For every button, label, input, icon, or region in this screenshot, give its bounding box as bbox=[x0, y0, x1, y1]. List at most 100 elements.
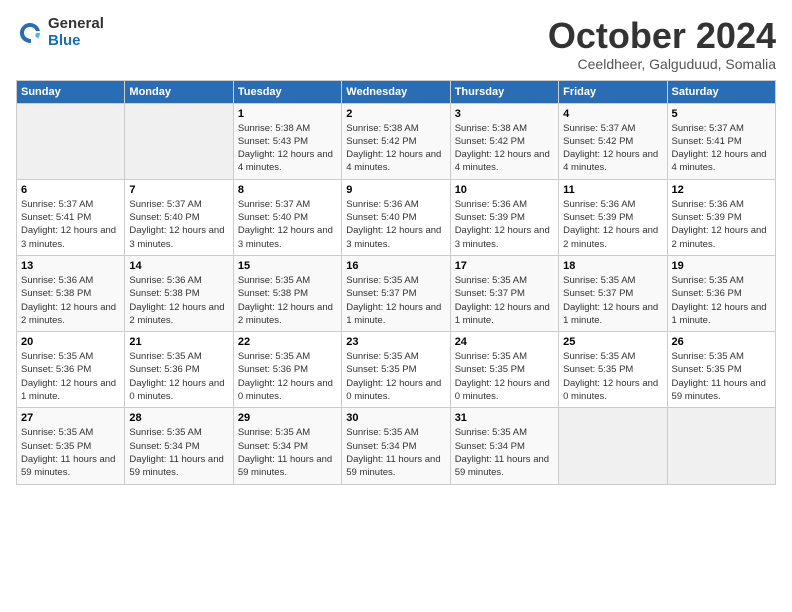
calendar-cell: 11Sunrise: 5:36 AM Sunset: 5:39 PM Dayli… bbox=[559, 179, 667, 255]
day-info: Sunrise: 5:37 AM Sunset: 5:40 PM Dayligh… bbox=[129, 198, 228, 251]
calendar-cell: 7 Sunrise: 5:37 AM Sunset: 5:40 PM Daylig… bbox=[125, 179, 233, 255]
day-number: 29 bbox=[238, 412, 337, 424]
calendar-cell bbox=[125, 103, 233, 179]
calendar-cell: 22Sunrise: 5:35 AM Sunset: 5:36 PM Dayli… bbox=[233, 332, 341, 408]
day-info: Sunrise: 5:37 AM Sunset: 5:41 PM Dayligh… bbox=[672, 122, 771, 175]
day-number: 2 bbox=[346, 108, 445, 120]
weekday-header-sunday: Sunday bbox=[17, 80, 125, 103]
calendar-cell: 1Sunrise: 5:38 AM Sunset: 5:43 PM Daylig… bbox=[233, 103, 341, 179]
day-info: Sunrise: 5:38 AM Sunset: 5:42 PM Dayligh… bbox=[455, 122, 554, 175]
day-info: Sunrise: 5:35 AM Sunset: 5:38 PM Dayligh… bbox=[238, 274, 337, 327]
logo-text: General Blue bbox=[48, 16, 104, 49]
day-info: Sunrise: 5:37 AM Sunset: 5:41 PM Dayligh… bbox=[21, 198, 120, 251]
day-info: Sunrise: 5:35 AM Sunset: 5:34 PM Dayligh… bbox=[238, 426, 337, 479]
calendar-cell: 23 Sunrise: 5:35 AM Sunset: 5:35 PM Dayli… bbox=[342, 332, 450, 408]
calendar-cell: 30 Sunrise: 5:35 AM Sunset: 5:34 PM Dayli… bbox=[342, 408, 450, 484]
weekday-header-saturday: Saturday bbox=[667, 80, 775, 103]
calendar-week-1: 1Sunrise: 5:38 AM Sunset: 5:43 PM Daylig… bbox=[17, 103, 776, 179]
calendar-cell: 24 Sunrise: 5:35 AM Sunset: 5:35 PM Dayli… bbox=[450, 332, 558, 408]
day-number: 15 bbox=[238, 260, 337, 272]
calendar-title: October 2024 bbox=[548, 16, 776, 56]
day-info: Sunrise: 5:35 AM Sunset: 5:34 PM Dayligh… bbox=[455, 426, 554, 479]
calendar-cell: 28 Sunrise: 5:35 AM Sunset: 5:34 PM Dayli… bbox=[125, 408, 233, 484]
day-number: 4 bbox=[563, 108, 662, 120]
calendar-cell: 9 Sunrise: 5:36 AM Sunset: 5:40 PM Daylig… bbox=[342, 179, 450, 255]
day-info: Sunrise: 5:35 AM Sunset: 5:36 PM Dayligh… bbox=[21, 350, 120, 403]
day-number: 19 bbox=[672, 260, 771, 272]
day-number: 7 bbox=[129, 184, 228, 196]
calendar-cell: 16 Sunrise: 5:35 AM Sunset: 5:37 PM Dayli… bbox=[342, 255, 450, 331]
weekday-header-monday: Monday bbox=[125, 80, 233, 103]
day-number: 5 bbox=[672, 108, 771, 120]
logo: General Blue bbox=[16, 16, 104, 49]
day-number: 28 bbox=[129, 412, 228, 424]
day-number: 9 bbox=[346, 184, 445, 196]
calendar-cell: 20Sunrise: 5:35 AM Sunset: 5:36 PM Dayli… bbox=[17, 332, 125, 408]
day-info: Sunrise: 5:35 AM Sunset: 5:34 PM Dayligh… bbox=[129, 426, 228, 479]
day-number: 6 bbox=[21, 184, 120, 196]
calendar-cell: 10 Sunrise: 5:36 AM Sunset: 5:39 PM Dayli… bbox=[450, 179, 558, 255]
calendar-week-2: 6 Sunrise: 5:37 AM Sunset: 5:41 PM Daylig… bbox=[17, 179, 776, 255]
calendar-cell: 4Sunrise: 5:37 AM Sunset: 5:42 PM Daylig… bbox=[559, 103, 667, 179]
day-info: Sunrise: 5:35 AM Sunset: 5:35 PM Dayligh… bbox=[455, 350, 554, 403]
calendar-cell: 5 Sunrise: 5:37 AM Sunset: 5:41 PM Daylig… bbox=[667, 103, 775, 179]
day-number: 26 bbox=[672, 336, 771, 348]
day-info: Sunrise: 5:35 AM Sunset: 5:35 PM Dayligh… bbox=[672, 350, 771, 403]
day-number: 3 bbox=[455, 108, 554, 120]
calendar-cell bbox=[667, 408, 775, 484]
calendar-cell bbox=[17, 103, 125, 179]
day-info: Sunrise: 5:38 AM Sunset: 5:42 PM Dayligh… bbox=[346, 122, 445, 175]
calendar-cell: 21 Sunrise: 5:35 AM Sunset: 5:36 PM Dayli… bbox=[125, 332, 233, 408]
day-info: Sunrise: 5:35 AM Sunset: 5:37 PM Dayligh… bbox=[563, 274, 662, 327]
day-info: Sunrise: 5:35 AM Sunset: 5:35 PM Dayligh… bbox=[346, 350, 445, 403]
title-block: October 2024 Ceeldheer, Galguduud, Somal… bbox=[548, 16, 776, 72]
day-number: 23 bbox=[346, 336, 445, 348]
calendar-cell: 25Sunrise: 5:35 AM Sunset: 5:35 PM Dayli… bbox=[559, 332, 667, 408]
calendar-cell: 14Sunrise: 5:36 AM Sunset: 5:38 PM Dayli… bbox=[125, 255, 233, 331]
day-info: Sunrise: 5:37 AM Sunset: 5:40 PM Dayligh… bbox=[238, 198, 337, 251]
calendar-cell bbox=[559, 408, 667, 484]
day-info: Sunrise: 5:35 AM Sunset: 5:35 PM Dayligh… bbox=[563, 350, 662, 403]
calendar-cell: 13Sunrise: 5:36 AM Sunset: 5:38 PM Dayli… bbox=[17, 255, 125, 331]
day-number: 13 bbox=[21, 260, 120, 272]
day-number: 21 bbox=[129, 336, 228, 348]
day-number: 24 bbox=[455, 336, 554, 348]
calendar-subtitle: Ceeldheer, Galguduud, Somalia bbox=[548, 56, 776, 72]
day-info: Sunrise: 5:36 AM Sunset: 5:40 PM Dayligh… bbox=[346, 198, 445, 251]
calendar-week-3: 13 Sunrise: 5:36 AM Sunset: 5:38 PM Dayli… bbox=[17, 255, 776, 331]
weekday-header-friday: Friday bbox=[559, 80, 667, 103]
calendar-cell: 31 Sunrise: 5:35 AM Sunset: 5:34 PM Dayli… bbox=[450, 408, 558, 484]
day-info: Sunrise: 5:35 AM Sunset: 5:36 PM Dayligh… bbox=[238, 350, 337, 403]
day-info: Sunrise: 5:36 AM Sunset: 5:39 PM Dayligh… bbox=[563, 198, 662, 251]
day-number: 17 bbox=[455, 260, 554, 272]
calendar-week-4: 20Sunrise: 5:35 AM Sunset: 5:36 PM Dayli… bbox=[17, 332, 776, 408]
day-info: Sunrise: 5:35 AM Sunset: 5:34 PM Dayligh… bbox=[346, 426, 445, 479]
day-number: 27 bbox=[21, 412, 120, 424]
day-number: 8 bbox=[238, 184, 337, 196]
calendar-header: SundayMondayTuesdayWednesdayThursdayFrid… bbox=[17, 80, 776, 103]
calendar-cell: 26 Sunrise: 5:35 AM Sunset: 5:35 PM Dayli… bbox=[667, 332, 775, 408]
day-info: Sunrise: 5:35 AM Sunset: 5:36 PM Dayligh… bbox=[129, 350, 228, 403]
day-info: Sunrise: 5:35 AM Sunset: 5:37 PM Dayligh… bbox=[455, 274, 554, 327]
calendar-cell: 27Sunrise: 5:35 AM Sunset: 5:35 PM Dayli… bbox=[17, 408, 125, 484]
calendar-cell: 3 Sunrise: 5:38 AM Sunset: 5:42 PM Daylig… bbox=[450, 103, 558, 179]
day-number: 16 bbox=[346, 260, 445, 272]
weekday-header-wednesday: Wednesday bbox=[342, 80, 450, 103]
day-number: 12 bbox=[672, 184, 771, 196]
calendar-body: 1Sunrise: 5:38 AM Sunset: 5:43 PM Daylig… bbox=[17, 103, 776, 484]
logo-icon bbox=[16, 19, 44, 47]
day-number: 10 bbox=[455, 184, 554, 196]
day-info: Sunrise: 5:35 AM Sunset: 5:37 PM Dayligh… bbox=[346, 274, 445, 327]
weekday-header-thursday: Thursday bbox=[450, 80, 558, 103]
day-number: 31 bbox=[455, 412, 554, 424]
calendar-cell: 18Sunrise: 5:35 AM Sunset: 5:37 PM Dayli… bbox=[559, 255, 667, 331]
calendar-cell: 17 Sunrise: 5:35 AM Sunset: 5:37 PM Dayli… bbox=[450, 255, 558, 331]
calendar-cell: 6 Sunrise: 5:37 AM Sunset: 5:41 PM Daylig… bbox=[17, 179, 125, 255]
day-info: Sunrise: 5:36 AM Sunset: 5:39 PM Dayligh… bbox=[455, 198, 554, 251]
day-info: Sunrise: 5:36 AM Sunset: 5:38 PM Dayligh… bbox=[129, 274, 228, 327]
weekday-header-row: SundayMondayTuesdayWednesdayThursdayFrid… bbox=[17, 80, 776, 103]
calendar-cell: 15 Sunrise: 5:35 AM Sunset: 5:38 PM Dayli… bbox=[233, 255, 341, 331]
logo-blue-text: Blue bbox=[48, 33, 104, 50]
weekday-header-tuesday: Tuesday bbox=[233, 80, 341, 103]
day-number: 30 bbox=[346, 412, 445, 424]
